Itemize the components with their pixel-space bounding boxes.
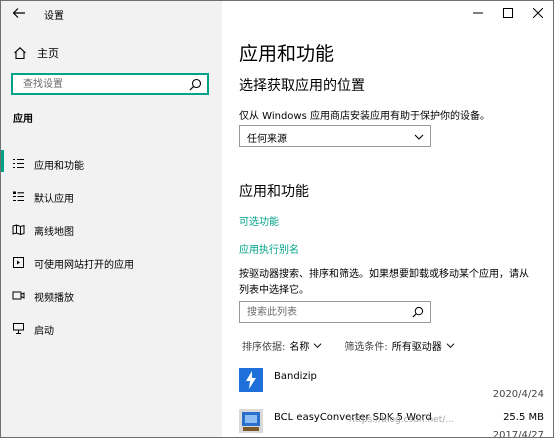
home-label: 主页: [37, 47, 59, 60]
sidebar-item-apps-for-websites[interactable]: 可使用网站打开的应用: [1, 246, 222, 279]
home-link[interactable]: 主页: [13, 45, 59, 61]
install-source-description: 仅从 Windows 应用商店安装应用有助于保护你的设备。: [239, 111, 490, 122]
sidebar-item-label: 应用和功能: [34, 161, 84, 172]
page-title: 应用和功能: [239, 43, 335, 65]
sidebar-item-label: 离线地图: [34, 227, 74, 238]
filter-dropdown[interactable]: 所有驱动器: [392, 338, 442, 353]
install-source-heading: 选择获取应用的位置: [239, 78, 365, 94]
app-size: 25.5 MB: [503, 412, 544, 423]
sidebar-item-offline-maps[interactable]: 离线地图: [1, 213, 222, 246]
main-content: 应用和功能 选择获取应用的位置 仅从 Windows 应用商店安装应用有助于保护…: [222, 1, 553, 437]
bandizip-app-icon: [239, 368, 263, 392]
sidebar-item-label: 可使用网站打开的应用: [34, 260, 134, 271]
apps-for-websites-icon: [13, 257, 24, 268]
sidebar-item-label: 视频播放: [34, 293, 74, 304]
chevron-down-icon[interactable]: [313, 341, 322, 350]
startup-icon: [13, 323, 24, 334]
sidebar-item-apps-features[interactable]: 应用和功能: [1, 147, 222, 180]
app-list-item[interactable]: Bandizip 2020/4/24: [239, 368, 544, 408]
search-icon[interactable]: [189, 78, 202, 91]
search-filter-description: 按驱动器搜索、排序和筛选。如果想要卸载或移动某个应用，请从列表中选择它。: [239, 269, 529, 296]
back-arrow-icon: [12, 8, 25, 18]
app-execution-alias-link[interactable]: 应用执行别名: [239, 241, 299, 256]
app-list-search-input[interactable]: [247, 305, 402, 320]
minimize-icon: [473, 12, 483, 14]
back-button[interactable]: [11, 5, 27, 21]
apps-features-heading: 应用和功能: [239, 184, 309, 200]
sidebar-nav: 应用和功能 默认应用 离线地图 可使用网站打开的应用 视频播放 启动: [1, 147, 222, 345]
minimize-button[interactable]: [463, 1, 493, 25]
app-install-date: 2017/4/27: [492, 430, 544, 438]
bcl-installer-app-icon: [239, 409, 263, 433]
app-list-search-box[interactable]: [239, 301, 431, 323]
maximize-button[interactable]: [493, 1, 523, 25]
sidebar-item-startup[interactable]: 启动: [1, 312, 222, 345]
filter-label: 筛选条件:: [344, 342, 388, 353]
default-apps-icon: [13, 191, 24, 202]
chevron-down-icon[interactable]: [446, 341, 455, 350]
close-button[interactable]: [523, 1, 553, 25]
sort-filter-row: 排序依据: 名称 筛选条件: 所有驱动器: [242, 338, 477, 353]
app-install-date: 2020/4/24: [492, 389, 544, 400]
settings-window: 设置 主页 应用 应用和功能 默认应用 离线地图: [0, 0, 554, 438]
sidebar-item-default-apps[interactable]: 默认应用: [1, 180, 222, 213]
app-name: Bandizip: [274, 371, 317, 382]
close-icon: [533, 8, 543, 18]
sidebar-item-label: 启动: [34, 326, 54, 337]
window-title: 设置: [44, 11, 64, 22]
maximize-icon: [503, 8, 513, 18]
watermark: https://blog.csdn.net/…: [349, 415, 455, 425]
apps-features-icon: [13, 158, 24, 169]
sort-dropdown[interactable]: 名称: [289, 338, 309, 353]
video-playback-icon: [12, 291, 25, 300]
sort-label: 排序依据:: [242, 342, 286, 353]
settings-search-box[interactable]: [11, 73, 209, 95]
window-controls: [463, 1, 553, 25]
optional-features-link[interactable]: 可选功能: [239, 213, 279, 228]
search-icon[interactable]: [412, 306, 424, 318]
settings-search-input[interactable]: [23, 77, 183, 92]
sidebar: 设置 主页 应用 应用和功能 默认应用 离线地图: [1, 1, 222, 437]
chevron-down-icon: [414, 134, 424, 140]
sidebar-item-video-playback[interactable]: 视频播放: [1, 279, 222, 312]
home-icon: [14, 47, 26, 60]
install-source-dropdown[interactable]: 任何来源: [239, 125, 431, 147]
offline-maps-icon: [12, 224, 25, 236]
section-title: 应用: [13, 114, 33, 125]
install-source-value: 任何来源: [247, 134, 287, 145]
sidebar-item-label: 默认应用: [34, 194, 74, 205]
